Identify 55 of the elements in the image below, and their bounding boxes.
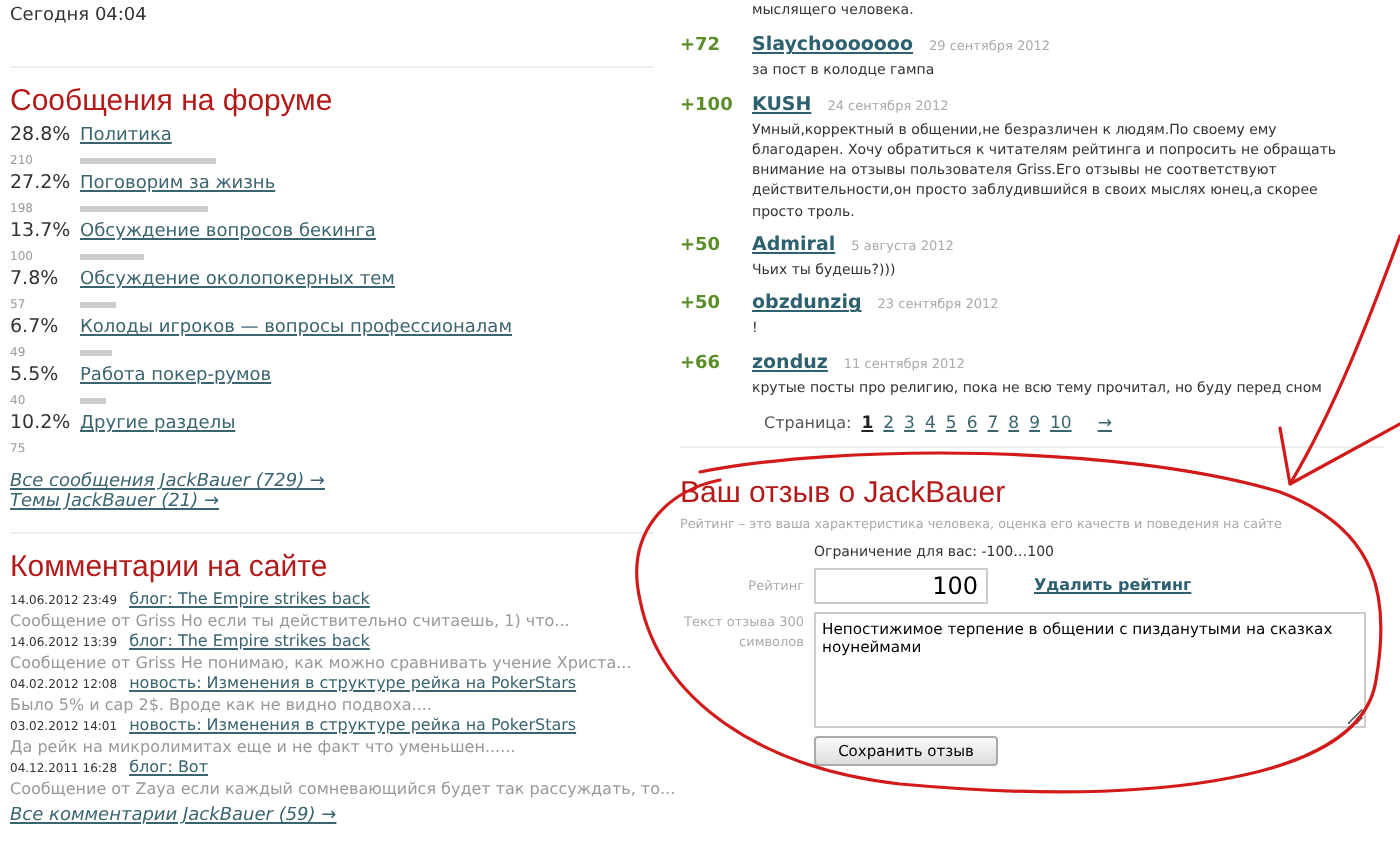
comment-link[interactable]: новость: Изменения в структуре рейка на PokerStars <box>129 674 577 692</box>
forum-section-link[interactable]: Поговорим за жизнь <box>80 174 276 194</box>
review-score: +50 <box>680 236 723 257</box>
author-link[interactable]: Admiral <box>752 234 836 257</box>
review-score: +72 <box>680 36 723 57</box>
author-link[interactable]: Slaychooooooo <box>752 34 913 57</box>
percent-text: 13.7% <box>10 220 73 242</box>
page-link[interactable]: 7 <box>987 413 999 434</box>
page-link[interactable]: 4 <box>924 413 936 434</box>
forum-section-link[interactable]: Обсуждение вопросов бекинга <box>80 222 376 242</box>
author-link[interactable]: zonduz <box>752 351 828 374</box>
comment-excerpt: Было 5% и cap 2$. Вроде как не видно подвоха.... <box>10 695 434 716</box>
comment-excerpt: Сообщение от Zaya если каждый сомневающийся будет так рассуждать, то... <box>10 779 670 800</box>
delete-rating-link[interactable]: Удалить рейтинг <box>1034 576 1192 595</box>
section-heading: Комментарии на сайте <box>10 550 330 584</box>
forum-section-link[interactable]: Другие разделы <box>80 414 236 434</box>
forum-section-link[interactable]: Обсуждение околопокерных тем <box>80 270 395 290</box>
all-comments-link[interactable]: Все комментарии JackBauer (59) → <box>10 806 670 826</box>
today-time: Сегодня 04:04 <box>10 6 149 26</box>
comment-excerpt: Сообщение от Griss Но если ты действительно считаешь, 1) что... <box>10 611 572 632</box>
section-heading: Сообщения на форуме <box>10 84 335 118</box>
profile-link[interactable]: Темы JackBauer (21) → <box>10 492 670 512</box>
forum-section-link[interactable]: Колоды игроков — вопросы профессионалам <box>80 318 512 338</box>
comment-link[interactable]: блог: The Empire strikes back <box>129 590 370 608</box>
percent-text: 10.2% <box>10 412 73 434</box>
author-link[interactable]: obzdunzig <box>752 292 862 315</box>
percent-text: 27.2% <box>10 172 73 194</box>
form-heading: Ваш отзыв о JackBauer <box>680 475 1008 510</box>
forum-section-link[interactable]: Работа покер-румов <box>80 366 272 386</box>
page-link[interactable]: 6 <box>966 413 978 434</box>
page-link[interactable]: 2 <box>883 413 895 434</box>
comment-link[interactable]: новость: Изменения в структуре рейка на PokerStars <box>129 716 577 734</box>
next-page-link[interactable]: → <box>1097 413 1112 434</box>
review-score: +66 <box>680 353 723 374</box>
percent-text: 28.8% <box>10 124 73 146</box>
rating-field[interactable]: 100 <box>814 567 988 604</box>
comment-link[interactable]: блог: The Empire strikes back <box>129 632 370 650</box>
page-link[interactable]: 1 <box>861 413 874 434</box>
comment-link[interactable]: блог: Вот <box>129 758 208 776</box>
page-link[interactable]: 8 <box>1008 413 1020 434</box>
forum-section-link[interactable]: Политика <box>80 126 172 146</box>
page-link[interactable]: 10 <box>1050 413 1072 434</box>
comment-excerpt: Да рейк на микролимитах еще и не факт что уменьшен...... <box>10 737 518 758</box>
percent-text: 5.5% <box>10 364 61 386</box>
profile-link[interactable]: Все сообщения JackBauer (729) → <box>10 472 670 492</box>
pager-label: Страница: <box>764 413 852 432</box>
review-score: +100 <box>680 95 735 116</box>
percent-text: 6.7% <box>10 316 61 338</box>
review-score: +50 <box>680 294 723 315</box>
percent-text: 7.8% <box>10 268 61 290</box>
page-link[interactable]: 5 <box>945 413 957 434</box>
author-link[interactable]: KUSH <box>752 93 812 116</box>
comment-excerpt: Сообщение от Griss Не понимаю, как можно сравнивать учение Христа... <box>10 653 634 674</box>
page-link[interactable]: 3 <box>904 413 915 434</box>
page-link[interactable]: 9 <box>1029 413 1040 434</box>
